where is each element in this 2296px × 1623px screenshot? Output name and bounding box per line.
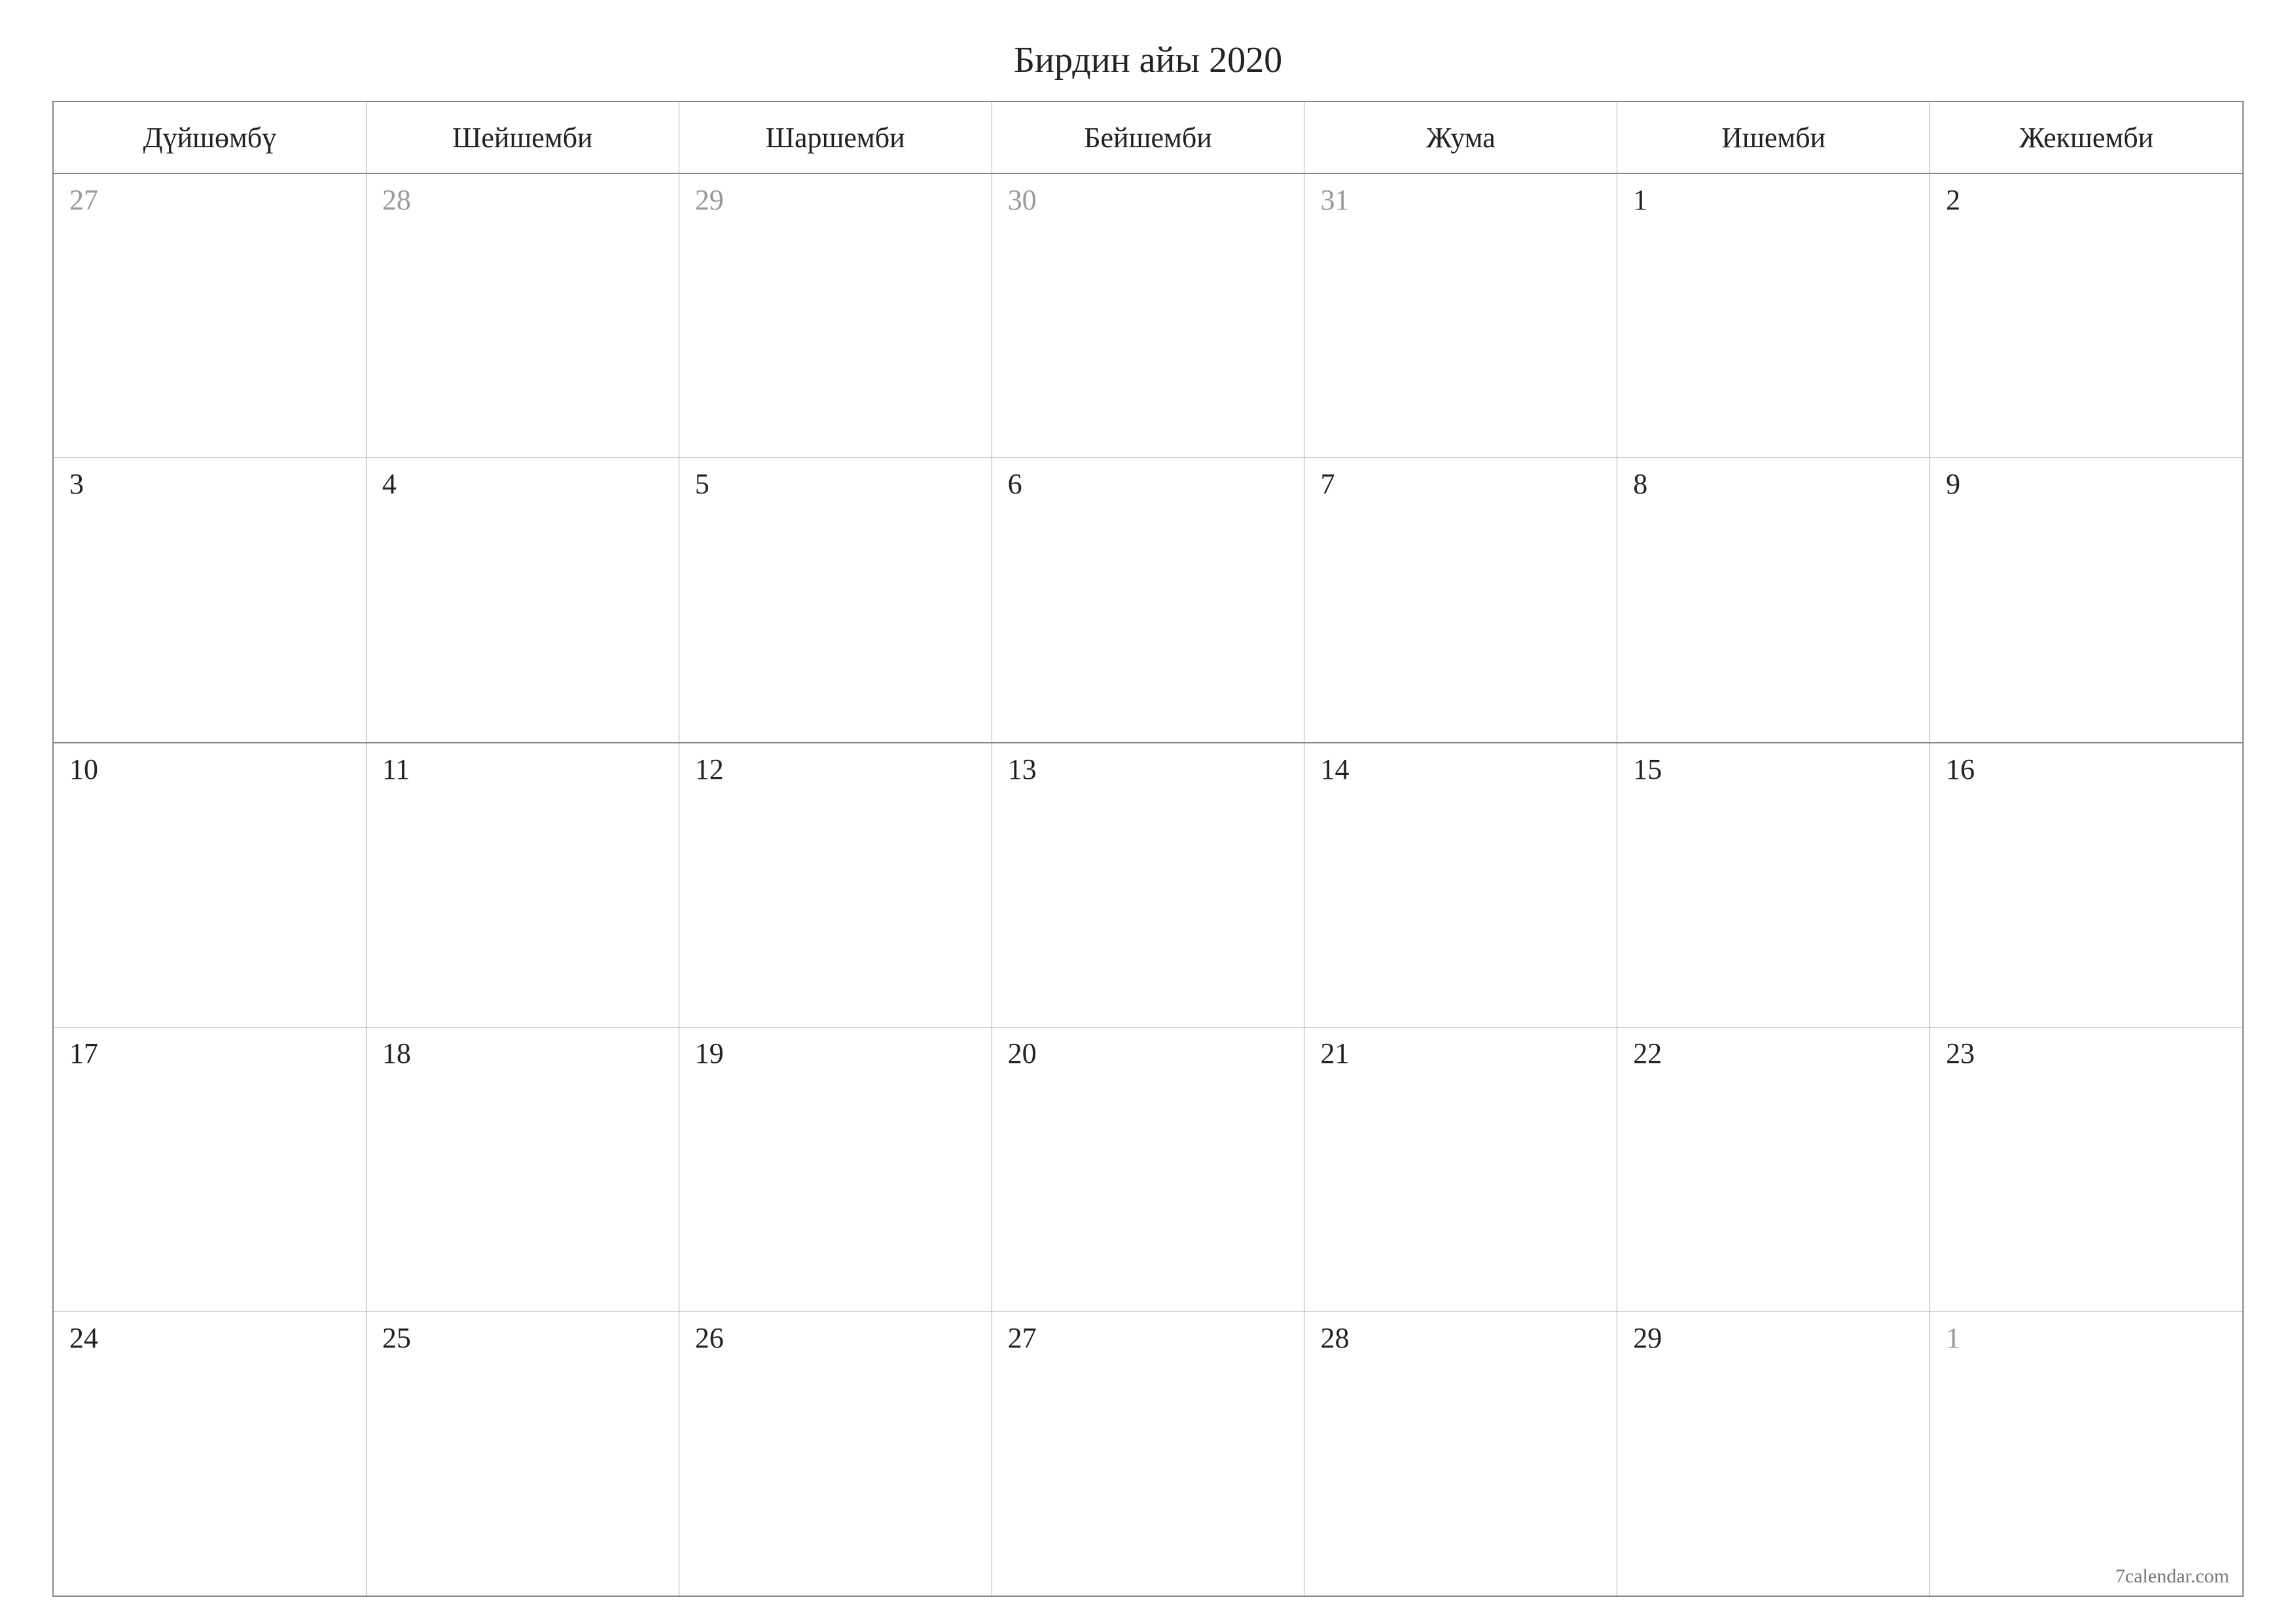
- day-cell: 26: [679, 1312, 992, 1596]
- day-number: 27: [1008, 1324, 1289, 1353]
- day-cell: 11: [367, 743, 679, 1027]
- day-number: 24: [69, 1324, 350, 1353]
- day-cell: 30: [992, 174, 1305, 457]
- day-number: 8: [1633, 470, 1914, 499]
- calendar-page: Бирдин айы 2020 Дүйшөмбү Шейшемби Шаршем…: [52, 39, 2244, 1597]
- page-title: Бирдин айы 2020: [52, 39, 2244, 81]
- day-number: 15: [1633, 755, 1914, 784]
- day-number: 10: [69, 755, 350, 784]
- day-cell: 6: [992, 458, 1305, 741]
- weekday-header: Шейшемби: [367, 102, 679, 174]
- weekday-header: Ишемби: [1617, 102, 1930, 174]
- day-number: 28: [1320, 1324, 1601, 1353]
- day-number: 27: [69, 186, 350, 215]
- weekday-header-row: Дүйшөмбү Шейшемби Шаршемби Бейшемби Жума…: [54, 102, 2242, 174]
- day-cell: 2: [1930, 174, 2242, 457]
- day-number: 29: [695, 186, 976, 215]
- day-cell: 25: [367, 1312, 679, 1596]
- day-number: 5: [695, 470, 976, 499]
- week-row: 10 11 12 13 14 15 16: [54, 742, 2242, 1027]
- day-cell: 20: [992, 1027, 1305, 1311]
- day-number: 22: [1633, 1039, 1914, 1068]
- day-number: 17: [69, 1039, 350, 1068]
- day-cell: 29: [1617, 1312, 1930, 1596]
- day-number: 28: [382, 186, 663, 215]
- day-cell: 18: [367, 1027, 679, 1311]
- day-cell: 8: [1617, 458, 1930, 741]
- day-cell: 13: [992, 743, 1305, 1027]
- day-cell: 31: [1304, 174, 1617, 457]
- weekday-header: Бейшемби: [992, 102, 1305, 174]
- day-number: 29: [1633, 1324, 1914, 1353]
- day-number: 9: [1946, 470, 2227, 499]
- day-cell: 21: [1304, 1027, 1617, 1311]
- week-row: 3 4 5 6 7 8 9: [54, 457, 2242, 741]
- day-cell: 16: [1930, 743, 2242, 1027]
- footer-credit: 7calendar.com: [2115, 1565, 2229, 1588]
- day-number: 18: [382, 1039, 663, 1068]
- day-cell: 12: [679, 743, 992, 1027]
- weeks-container: 2728293031123456789101112131415161718192…: [54, 174, 2242, 1596]
- day-number: 20: [1008, 1039, 1289, 1068]
- day-cell: 7: [1304, 458, 1617, 741]
- week-row: 24 25 26 27 28 29 1 7calendar.com: [54, 1311, 2242, 1596]
- weekday-header: Шаршемби: [679, 102, 992, 174]
- day-cell: 29: [679, 174, 992, 457]
- day-cell: 4: [367, 458, 679, 741]
- weekday-header: Жекшемби: [1930, 102, 2242, 174]
- day-cell: 27: [54, 174, 367, 457]
- day-number: 23: [1946, 1039, 2227, 1068]
- day-number: 6: [1008, 470, 1289, 499]
- day-number: 2: [1946, 186, 2227, 215]
- day-number: 14: [1320, 755, 1601, 784]
- day-number: 4: [382, 470, 663, 499]
- day-cell: 24: [54, 1312, 367, 1596]
- day-cell: 28: [367, 174, 679, 457]
- day-number: 3: [69, 470, 350, 499]
- day-number: 12: [695, 755, 976, 784]
- day-cell: 5: [679, 458, 992, 741]
- day-cell: 17: [54, 1027, 367, 1311]
- weekday-header: Дүйшөмбү: [54, 102, 367, 174]
- day-number: 25: [382, 1324, 663, 1353]
- weekday-header: Жума: [1304, 102, 1617, 174]
- day-cell: 1: [1617, 174, 1930, 457]
- day-number: 30: [1008, 186, 1289, 215]
- day-cell: 19: [679, 1027, 992, 1311]
- day-cell: 27: [992, 1312, 1305, 1596]
- day-cell: 23: [1930, 1027, 2242, 1311]
- day-number: 19: [695, 1039, 976, 1068]
- day-cell: 9: [1930, 458, 2242, 741]
- day-cell: 15: [1617, 743, 1930, 1027]
- day-number: 1: [1633, 186, 1914, 215]
- day-number: 31: [1320, 186, 1601, 215]
- day-cell: 22: [1617, 1027, 1930, 1311]
- day-cell: 14: [1304, 743, 1617, 1027]
- day-cell: 3: [54, 458, 367, 741]
- day-number: 1: [1946, 1324, 2227, 1353]
- day-number: 16: [1946, 755, 2227, 784]
- day-number: 7: [1320, 470, 1601, 499]
- day-cell: 28: [1304, 1312, 1617, 1596]
- calendar-grid: Дүйшөмбү Шейшемби Шаршемби Бейшемби Жума…: [52, 101, 2244, 1597]
- day-cell: 10: [54, 743, 367, 1027]
- day-cell: 1 7calendar.com: [1930, 1312, 2242, 1596]
- week-row: 17 18 19 20 21 22 23: [54, 1027, 2242, 1311]
- week-row: 27 28 29 30 31 1 2: [54, 174, 2242, 457]
- day-number: 13: [1008, 755, 1289, 784]
- day-number: 21: [1320, 1039, 1601, 1068]
- day-number: 11: [382, 755, 663, 784]
- day-number: 26: [695, 1324, 976, 1353]
